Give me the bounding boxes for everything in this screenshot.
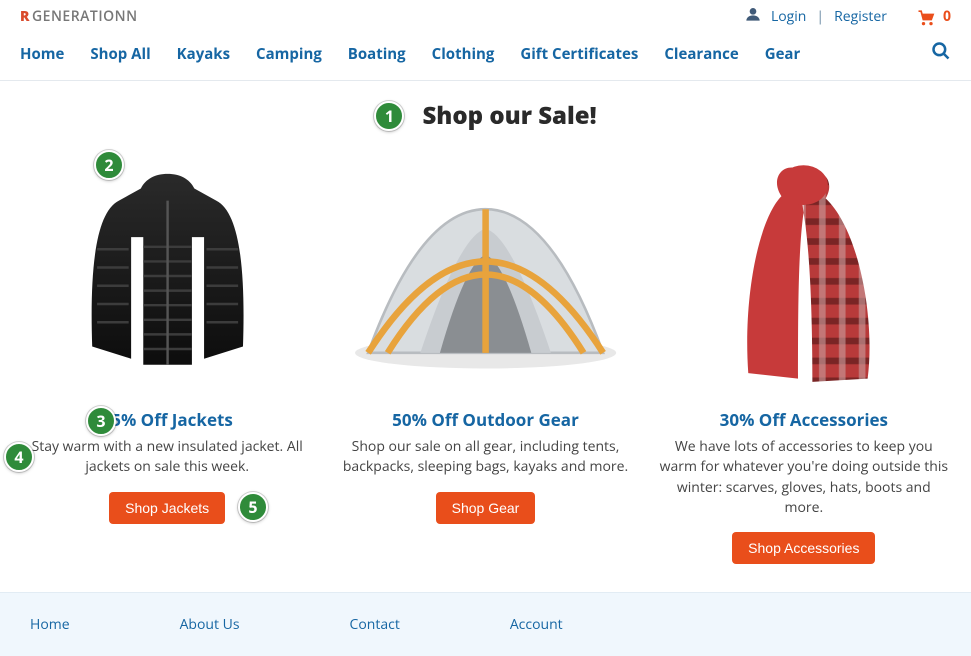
cart-count: 0 (943, 7, 951, 26)
shop-gear-button[interactable]: Shop Gear (436, 492, 536, 524)
topbar: R GENERATIONN Login | Register 0 (0, 0, 971, 31)
nav-items: Home Shop All Kayaks Camping Boating Clo… (20, 44, 800, 64)
promo-card-accessories: 30% Off Accessories We have lots of acce… (653, 146, 955, 564)
footer-about[interactable]: About Us (180, 615, 240, 634)
logo-text: GENERATIONN (32, 7, 138, 26)
promo-cards: 2 3 4 5 (0, 146, 971, 582)
card-desc: We have lots of accessories to keep you … (653, 437, 955, 518)
login-link[interactable]: Login (771, 7, 806, 26)
hero-title-row: 1 Shop our Sale! (0, 99, 971, 132)
shop-jackets-button[interactable]: Shop Jackets (109, 492, 225, 524)
card-title: 30% Off Accessories (653, 408, 955, 431)
logo-mark: R (20, 7, 30, 26)
card-title: 25% Off Jackets (16, 408, 318, 431)
card-title: 50% Off Outdoor Gear (334, 408, 636, 431)
nav-shop-all[interactable]: Shop All (90, 44, 150, 64)
nav-kayaks[interactable]: Kayaks (177, 44, 230, 64)
main-nav: Home Shop All Kayaks Camping Boating Clo… (0, 31, 971, 81)
topbar-right: Login | Register 0 (745, 6, 951, 27)
annotation-badge-4: 4 (4, 442, 34, 472)
divider: | (816, 7, 824, 26)
annotation-badge-3: 3 (86, 406, 116, 436)
shop-accessories-button[interactable]: Shop Accessories (732, 532, 875, 564)
nav-camping[interactable]: Camping (256, 44, 322, 64)
footer-home[interactable]: Home (30, 615, 70, 634)
tent-image (334, 146, 636, 402)
card-desc: Shop our sale on all gear, including ten… (334, 437, 636, 478)
nav-clearance[interactable]: Clearance (664, 44, 738, 64)
nav-boating[interactable]: Boating (348, 44, 406, 64)
nav-home[interactable]: Home (20, 44, 64, 64)
search-icon[interactable] (931, 41, 951, 66)
user-icon (745, 6, 761, 27)
nav-clothing[interactable]: Clothing (432, 44, 495, 64)
register-link[interactable]: Register (834, 7, 887, 26)
annotation-badge-2: 2 (94, 150, 124, 180)
promo-card-gear: 50% Off Outdoor Gear Shop our sale on al… (334, 146, 636, 564)
footer: Home About Us Contact Account (0, 592, 971, 656)
scarf-image (653, 146, 955, 402)
promo-card-jackets: 2 3 4 5 (16, 146, 318, 564)
cart-icon (915, 7, 937, 27)
nav-gear[interactable]: Gear (765, 44, 801, 64)
logo[interactable]: R GENERATIONN (20, 7, 138, 26)
card-desc: Stay warm with a new insulated jacket. A… (16, 437, 318, 478)
nav-gift-certificates[interactable]: Gift Certificates (520, 44, 638, 64)
cart-button[interactable]: 0 (915, 7, 951, 27)
footer-contact[interactable]: Contact (350, 615, 400, 634)
annotation-badge-5: 5 (238, 492, 268, 522)
footer-account[interactable]: Account (510, 615, 563, 634)
page-title: Shop our Sale! (422, 99, 596, 132)
annotation-badge-1: 1 (374, 101, 404, 131)
jacket-image (16, 146, 318, 402)
